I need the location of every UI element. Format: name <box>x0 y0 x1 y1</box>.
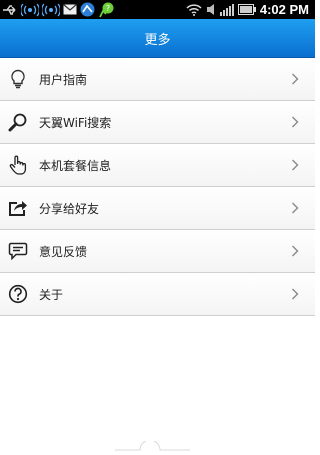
wifi-icon <box>186 3 202 16</box>
chevron-right-icon <box>291 115 301 129</box>
menu-list: 用户指南 天翼WiFi搜索 本机套餐信息 分享给好友 意见反馈 关于 <box>0 58 315 316</box>
header-bar: 更多 <box>0 19 315 58</box>
share-icon <box>8 198 28 218</box>
page-title: 更多 <box>144 32 171 48</box>
menu-item-label: 分享给好友 <box>39 201 100 216</box>
usb-icon <box>3 4 16 15</box>
chevron-right-icon <box>291 201 301 215</box>
bottom-fade <box>0 436 315 451</box>
menu-item-plan-info[interactable]: 本机套餐信息 <box>0 144 315 187</box>
menu-item-label: 关于 <box>39 287 64 302</box>
menu-item-label: 天翼WiFi搜索 <box>39 115 112 130</box>
app-icon <box>80 2 95 17</box>
wifi-signal-icon <box>21 3 39 16</box>
signal-icon <box>219 4 234 16</box>
chevron-right-icon <box>291 287 301 301</box>
mute-icon <box>206 4 214 15</box>
battery-icon <box>237 4 256 15</box>
chevron-right-icon <box>291 244 301 258</box>
app-icon: ? <box>99 2 114 17</box>
menu-item-share[interactable]: 分享给好友 <box>0 187 315 230</box>
help-icon <box>8 284 28 304</box>
lightbulb-icon <box>8 69 28 89</box>
menu-item-feedback[interactable]: 意见反馈 <box>0 230 315 273</box>
email-icon <box>63 4 77 15</box>
feedback-icon <box>8 241 28 261</box>
status-time: 4:02 PM <box>259 2 309 17</box>
wifi-signal-icon <box>42 3 60 16</box>
search-icon <box>8 112 28 132</box>
menu-item-wifi-search[interactable]: 天翼WiFi搜索 <box>0 101 315 144</box>
hand-pointer-icon <box>8 155 28 175</box>
svg-text:?: ? <box>106 4 110 13</box>
menu-item-label: 意见反馈 <box>39 244 88 259</box>
menu-item-label: 本机套餐信息 <box>39 158 112 173</box>
status-bar: ? 4:02 PM <box>0 0 315 19</box>
menu-item-user-guide[interactable]: 用户指南 <box>0 58 315 101</box>
menu-item-about[interactable]: 关于 <box>0 273 315 316</box>
chevron-right-icon <box>291 72 301 86</box>
chevron-right-icon <box>291 158 301 172</box>
menu-item-label: 用户指南 <box>39 72 88 87</box>
